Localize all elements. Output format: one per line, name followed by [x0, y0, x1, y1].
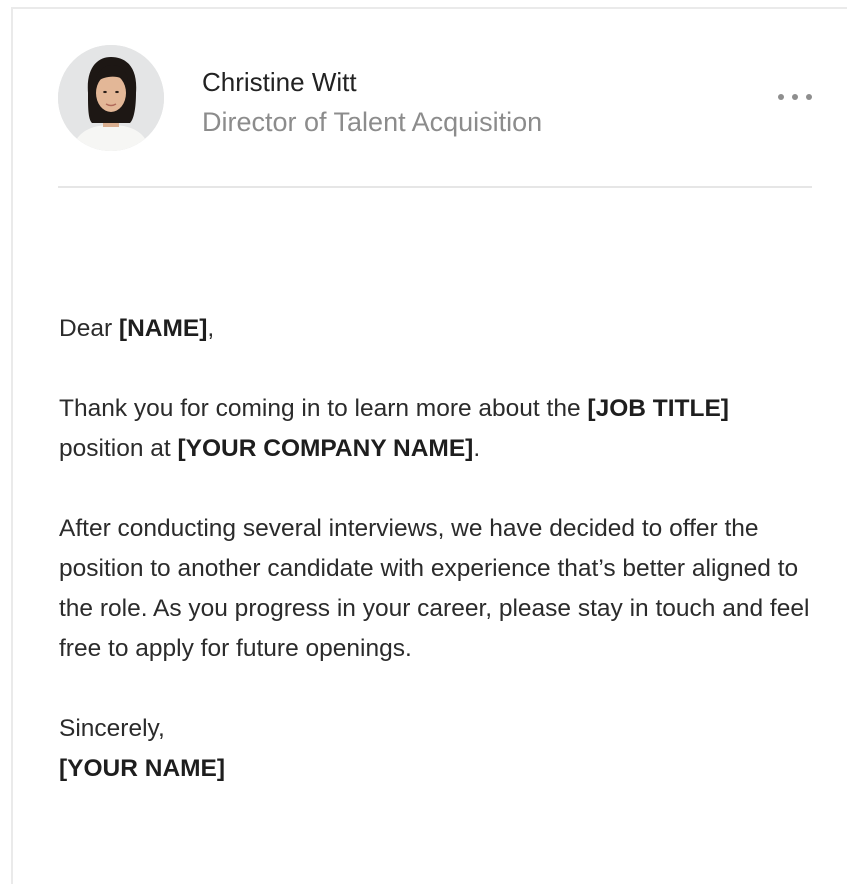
intro-text-b: position at [59, 435, 178, 462]
intro-text-c: . [473, 435, 481, 462]
greeting-suffix: , [207, 315, 215, 342]
closing: Sincerely, [YOUR NAME] [59, 709, 819, 789]
greeting-name-placeholder: [NAME] [118, 315, 208, 342]
signoff: Sincerely, [59, 715, 165, 742]
message-card: Christine Witt Director of Talent Acquis… [11, 7, 847, 884]
profile-title: Director of Talent Acquisition [202, 107, 543, 137]
paragraph-decision: After conducting several interviews, we … [59, 515, 810, 662]
greeting-line: Dear [NAME], [59, 309, 819, 349]
company-name-placeholder: [YOUR COMPANY NAME] [177, 435, 474, 462]
paragraph-intro: Thank you for coming in to learn more ab… [59, 389, 819, 469]
profile-header: Christine Witt Director of Talent Acquis… [13, 9, 847, 189]
more-horizontal-icon [778, 94, 812, 100]
person-portrait-icon [58, 45, 164, 151]
avatar[interactable] [58, 45, 164, 151]
more-options-button[interactable] [770, 85, 820, 109]
intro-text-a: Thank you for coming in to learn more ab… [59, 395, 588, 422]
job-title-placeholder: [JOB TITLE] [587, 395, 729, 422]
greeting-prefix: Dear [59, 315, 119, 342]
header-divider [58, 186, 812, 188]
letter-body: Dear [NAME], Thank you for coming in to … [59, 309, 819, 789]
profile-name: Christine Witt [202, 67, 357, 97]
signature-placeholder: [YOUR NAME] [59, 755, 226, 782]
